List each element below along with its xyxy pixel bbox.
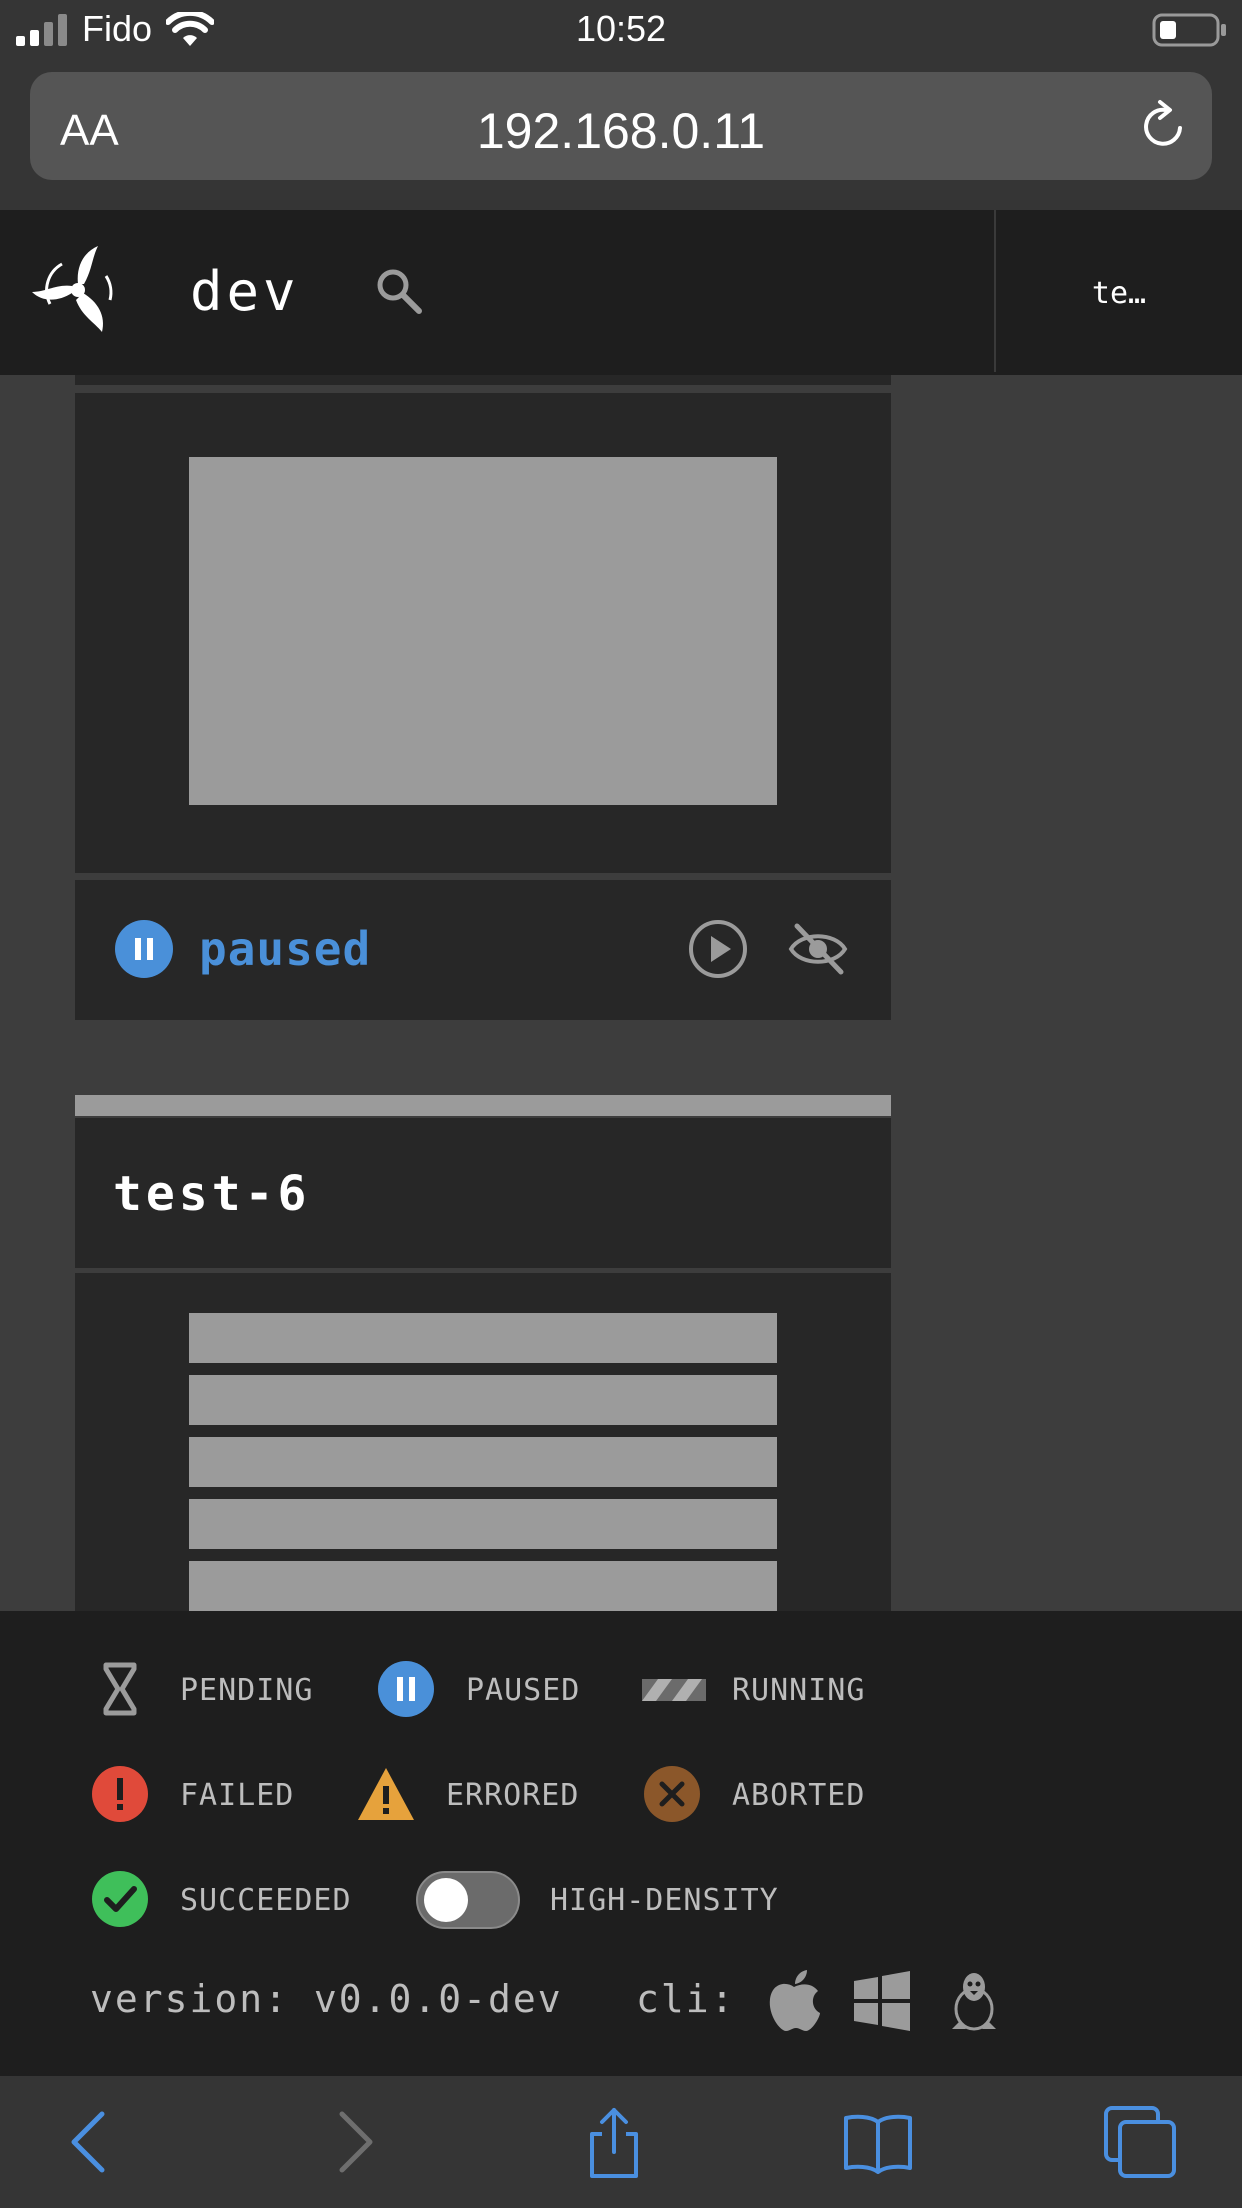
play-icon[interactable]: [687, 918, 749, 980]
pipeline-status: paused: [199, 922, 372, 976]
legend-label: PAUSED: [466, 1673, 581, 1708]
browser-chrome: AA 192.168.0.11: [0, 60, 1242, 210]
preview-job-bar: [189, 1437, 777, 1487]
warning-triangle-icon: [358, 1768, 414, 1820]
pipeline-preview[interactable]: [75, 393, 891, 873]
card-header: [75, 375, 891, 385]
cli-label: cli:: [636, 1977, 736, 2021]
hourglass-icon: [103, 1662, 137, 1716]
legend-label: PENDING: [180, 1673, 314, 1708]
clock: 10:52: [575, 8, 667, 49]
legend-label: RUNNING: [732, 1673, 866, 1708]
pipeline-cards: paused test-6: [0, 375, 1242, 1611]
legend-label: ABORTED: [732, 1778, 866, 1813]
legend-label: ERRORED: [446, 1778, 580, 1813]
share-icon[interactable]: [578, 2106, 650, 2178]
check-icon: [92, 1871, 148, 1927]
x-circle-icon: [644, 1766, 700, 1822]
exclamation-icon: [92, 1766, 148, 1822]
version-text: version: v0.0.0-dev: [90, 1977, 563, 2021]
preview-job-bar: [189, 1375, 777, 1425]
toggle-label[interactable]: HIGH-DENSITY: [550, 1883, 779, 1918]
pipeline-name: dev: [190, 260, 300, 323]
reload-icon[interactable]: [1136, 98, 1192, 154]
preview-job-bar: [189, 1313, 777, 1363]
apple-icon[interactable]: [764, 1969, 824, 2033]
bookmarks-icon[interactable]: [842, 2106, 914, 2178]
team-menu[interactable]: te…: [996, 276, 1242, 311]
url-text[interactable]: 192.168.0.11: [30, 102, 1212, 160]
search-icon[interactable]: [374, 266, 424, 316]
tabs-icon[interactable]: [1104, 2106, 1176, 2178]
pipeline-preview[interactable]: [75, 1273, 891, 1611]
linux-icon[interactable]: [944, 1969, 1004, 2033]
pipeline-title[interactable]: test-6: [113, 1166, 310, 1222]
pause-icon: [378, 1661, 434, 1717]
running-stripes-icon: [642, 1679, 706, 1701]
toggle-switch[interactable]: [416, 1871, 520, 1929]
back-icon[interactable]: [56, 2106, 128, 2178]
card-status-strip: [75, 1095, 891, 1116]
preview-job-block: [189, 457, 777, 805]
address-bar[interactable]: AA 192.168.0.11: [30, 72, 1212, 180]
windows-icon[interactable]: [852, 1969, 912, 2033]
toggle-knob: [424, 1878, 468, 1922]
preview-job-bar: [189, 1499, 777, 1549]
forward-icon[interactable]: [316, 2106, 388, 2178]
eye-slash-icon[interactable]: [787, 920, 849, 978]
card-footer: paused: [75, 880, 891, 1020]
card-header[interactable]: test-6: [75, 1118, 891, 1268]
paused-status-icon: [115, 920, 173, 978]
concourse-logo-icon[interactable]: [32, 244, 124, 336]
browser-toolbar: [0, 2076, 1242, 2208]
preview-job-bar: [189, 1561, 777, 1611]
legend-label: SUCCEEDED: [180, 1883, 352, 1918]
ios-status-bar: Fido 10:52: [0, 0, 1242, 60]
legend: PENDING PAUSED RUNNING FAILED ERRORED AB…: [0, 1611, 1242, 2076]
battery-icon: [1152, 13, 1226, 47]
legend-label: FAILED: [180, 1778, 295, 1813]
app-top-bar: dev te…: [0, 210, 1242, 375]
